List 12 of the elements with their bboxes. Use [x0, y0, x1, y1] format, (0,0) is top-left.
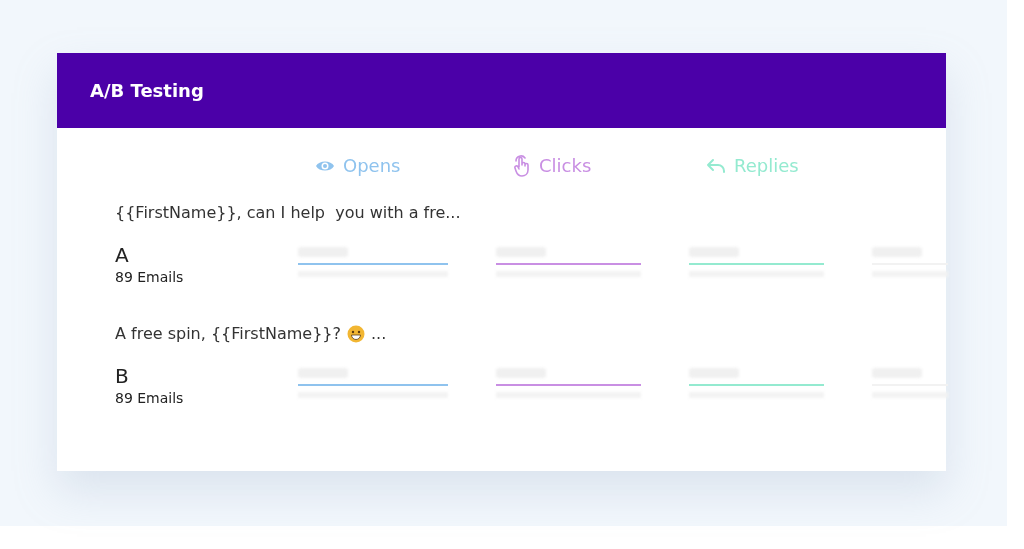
smiley-icon [347, 325, 365, 343]
email-count: 89 Emails [115, 268, 185, 287]
metric-label: Opens [343, 154, 401, 178]
metric-label: Clicks [539, 154, 592, 178]
variant-label: B [115, 364, 130, 388]
card-title: A/B Testing [90, 79, 204, 103]
metric-label: Replies [734, 154, 799, 178]
email-count: 89 Emails [115, 389, 185, 408]
variant-label: A [115, 243, 130, 267]
email-subject: {{FirstName}}, can I help you with a fre... [115, 202, 461, 224]
email-subject: A free spin, {{FirstName}}? [115, 323, 341, 345]
ellipsis-text: ... [371, 323, 387, 345]
